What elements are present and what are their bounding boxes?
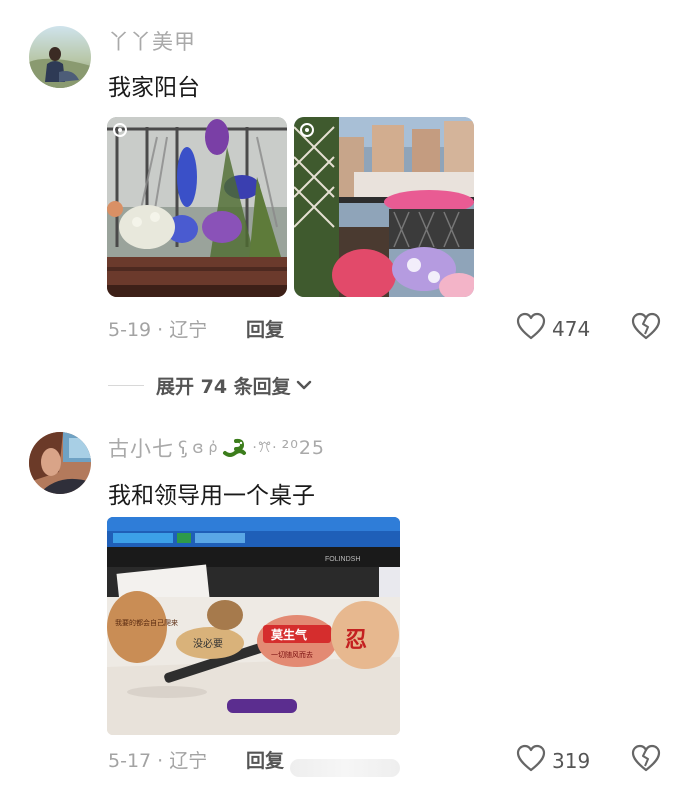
comment-text: 我家阳台 [108,75,200,101]
reply-button[interactable]: 回复 [246,746,284,773]
comment-text: 我和领导用一个桌子 [108,483,315,509]
chevron-down-icon [295,375,313,397]
comment-date-location: 5-17 · 辽宁 [108,750,208,772]
avatar-user1[interactable] [29,26,91,88]
heart-icon [516,744,546,777]
like-count: 474 [552,316,591,341]
like-button[interactable]: 319 [516,744,590,777]
monitor-brand: FOLINDSH [325,556,360,563]
comment-image-balcony-flowers-2[interactable] [294,117,474,297]
username-year: ²⁰25 [281,437,326,459]
comment-image-balcony-flowers-1[interactable] [107,117,287,297]
expand-divider [108,385,144,386]
comment-username[interactable]: 古小七 ʕ̡ ɞ ῤ ·ꔫ· ²⁰25 [108,433,325,463]
expand-replies-label: 展开 74 条回复 [156,376,291,398]
like-button[interactable]: 474 [516,312,590,345]
username-decoration: ʕ̡ ɞ ῤ ·ꔫ· ²⁰25 [178,437,326,459]
dislike-broken-heart-icon[interactable] [631,744,661,776]
sticker-a: 我要的都会自己爬来 [115,618,178,627]
username-text: 古小七 [108,437,174,461]
input-placeholder-blur [290,759,400,777]
comment-username[interactable]: 丫丫美甲 [108,26,196,56]
like-count: 319 [552,748,591,773]
heart-icon [516,312,546,345]
reply-button[interactable]: 回复 [246,315,284,342]
comment-date-location: 5-19 · 辽宁 [108,319,208,341]
sticker-d: 忍 [345,627,367,652]
sticker-b: 没必要 [193,637,223,650]
dislike-broken-heart-icon[interactable] [631,312,661,344]
avatar-user2[interactable] [29,432,91,494]
expand-replies-button[interactable]: 展开 74 条回复 [156,372,313,399]
comment-image-desk-stones[interactable]: FOLINDSH 我要的都会自己爬来 没必要 莫生气 一切随风而去 忍 [107,517,400,735]
sticker-c-sub: 一切随风而去 [271,650,313,659]
sticker-c: 莫生气 [271,627,307,642]
snake-emoji-icon [223,438,247,457]
